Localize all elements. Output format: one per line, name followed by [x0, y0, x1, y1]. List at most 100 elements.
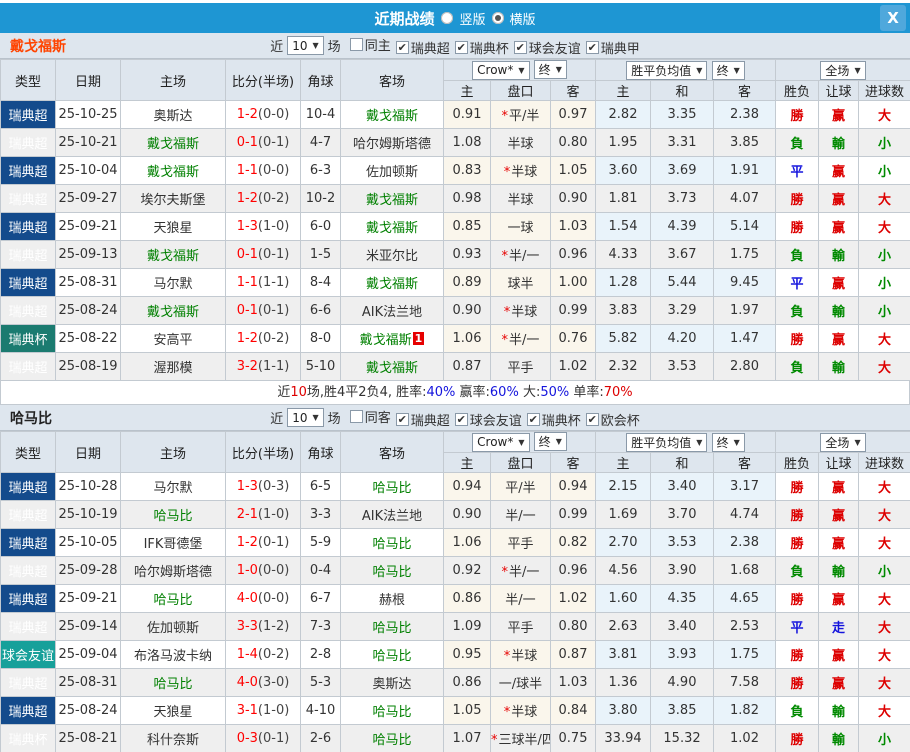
scope-select[interactable]: 全场 ▼	[820, 432, 866, 452]
summary-segment: 赢率:	[455, 385, 490, 400]
corner-cell: 5-10	[300, 352, 341, 381]
score-cell: 4-0(0-0)	[225, 584, 301, 613]
chevron-down-icon: ▼	[854, 65, 861, 75]
result-wdl-cell: 負	[775, 556, 820, 585]
corner-cell: 6-3	[300, 156, 341, 185]
league-filter-checked[interactable]: 瑞典杯	[454, 38, 509, 57]
result-handicap-cell: 輸	[818, 296, 860, 325]
match-row: 瑞典超 25-08-31 哈马比 4-0(3-0) 5-3 奥斯达 0.86 一/球半 1.03…	[0, 668, 910, 697]
league-filter-checked[interactable]: 欧会杯	[585, 410, 640, 429]
sub-result-goals: 进球数	[858, 80, 910, 101]
home-odds-cell: 1.09	[443, 612, 491, 641]
match-row: 瑞典超 25-10-05 IFK哥德堡 1-2(0-1) 5-9 哈马比 1.06 平手 0.8…	[0, 528, 910, 557]
mean-away-cell: 5.14	[713, 212, 777, 241]
radio-vertical-label[interactable]: 竖版	[459, 9, 485, 28]
away-team-cell: 哈尔姆斯塔德	[340, 128, 444, 157]
mean-draw-cell: 4.39	[650, 212, 715, 241]
league-filter-checked[interactable]: 瑞典超	[395, 410, 450, 429]
result-goals-cell: 小	[858, 268, 910, 297]
col-score: 比分(半场)	[225, 59, 301, 101]
league-filter-unchecked[interactable]: 同主	[349, 35, 391, 54]
radio-horizontal-layout[interactable]	[491, 12, 504, 24]
col-away: 客场	[340, 431, 444, 473]
checkbox-checked-icon[interactable]	[585, 40, 599, 54]
home-team-cell: 天狼星	[120, 696, 226, 725]
mean-select[interactable]: 胜平负均值 ▼	[626, 60, 708, 80]
away-team-cell: 哈马比	[340, 612, 444, 641]
home-team-cell: 哈马比	[120, 500, 226, 529]
away-odds-cell: 1.05	[549, 156, 597, 185]
score-cell: 2-1(1-0)	[225, 500, 301, 529]
mean-draw-cell: 4.90	[650, 668, 715, 697]
league-filter-checked[interactable]: 瑞典超	[395, 38, 450, 57]
near-label: 近	[270, 40, 284, 55]
recent-count-select[interactable]: 10 ▼	[287, 36, 324, 55]
home-odds-cell: 0.90	[443, 500, 491, 529]
result-handicap-cell: 赢	[818, 156, 860, 185]
league-filter-unchecked[interactable]: 同客	[349, 407, 391, 426]
mean-home-cell: 2.32	[595, 352, 652, 381]
result-goals-cell: 小	[858, 296, 910, 325]
league-filter-checked[interactable]: 球会友谊	[513, 38, 581, 57]
checkbox-checked-icon[interactable]	[513, 40, 527, 54]
select-value: 胜平负均值	[631, 435, 692, 450]
summary-row: 近10场,胜4平2负4, 胜率:40% 赢率:60% 大:50% 单率:70%	[0, 381, 910, 405]
away-odds-cell: 0.80	[549, 128, 597, 157]
mean-away-cell: 1.02	[713, 724, 777, 752]
score-cell: 1-2(0-0)	[225, 100, 301, 129]
handicap-cell: 球半	[490, 268, 551, 297]
league-cell: 瑞典超	[0, 612, 56, 641]
match-row: 瑞典超 25-09-14 佐加顿斯 3-3(1-2) 7-3 哈马比 1.09 平手 0.80 2…	[0, 612, 910, 641]
mean-select[interactable]: 胜平负均值 ▼	[626, 432, 708, 452]
bookmaker-select[interactable]: Crow* ▼	[472, 60, 530, 80]
checkbox-unchecked-icon[interactable]	[349, 409, 363, 423]
final-mean-select[interactable]: 终 ▼	[711, 60, 745, 80]
league-filter-checked[interactable]: 瑞典甲	[585, 38, 640, 57]
close-icon[interactable]: X	[880, 5, 906, 31]
checkbox-checked-icon[interactable]	[454, 40, 468, 54]
chevron-down-icon: ▼	[312, 41, 319, 50]
final-mean-select[interactable]: 终 ▼	[711, 432, 745, 452]
home-odds-cell: 0.93	[443, 240, 491, 269]
sub-mean-away: 客	[713, 452, 777, 473]
result-wdl-cell: 平	[775, 612, 820, 641]
mean-odds-header: 胜平负均值 ▼ 终 ▼	[595, 431, 777, 453]
league-filter-list: 同客瑞典超球会友谊瑞典杯欧会杯	[345, 407, 640, 429]
live-star-icon: *	[501, 249, 509, 264]
corner-cell: 6-0	[300, 212, 341, 241]
league-filter-checked[interactable]: 球会友谊	[454, 410, 522, 429]
checkbox-checked-icon[interactable]	[526, 412, 540, 426]
col-score: 比分(半场)	[225, 431, 301, 473]
result-handicap-cell: 赢	[818, 528, 860, 557]
checkbox-checked-icon[interactable]	[585, 412, 599, 426]
result-wdl-cell: 負	[775, 240, 820, 269]
radio-horizontal-label[interactable]: 横版	[510, 9, 536, 28]
final-odds-select[interactable]: 终 ▼	[533, 432, 567, 452]
mean-draw-cell: 3.67	[650, 240, 715, 269]
score-cell: 3-2(1-1)	[225, 352, 301, 381]
recent-count-select[interactable]: 10 ▼	[287, 408, 324, 427]
league-filter-checked[interactable]: 瑞典杯	[526, 410, 581, 429]
checkbox-checked-icon[interactable]	[454, 412, 468, 426]
final-odds-select[interactable]: 终 ▼	[533, 60, 567, 80]
checkbox-unchecked-icon[interactable]	[349, 37, 363, 51]
league-cell: 瑞典超	[0, 268, 56, 297]
sub-mean-away: 客	[713, 80, 777, 101]
sub-result-handicap: 让球	[818, 80, 860, 101]
dialog-title: 近期战绩	[374, 9, 435, 28]
away-team-cell: 戴戈福斯	[340, 184, 444, 213]
result-goals-cell: 大	[858, 584, 910, 613]
result-handicap-cell: 赢	[818, 100, 860, 129]
summary-segment: 近	[277, 385, 291, 400]
radio-vertical-layout[interactable]	[441, 12, 454, 24]
scope-select[interactable]: 全场 ▼	[820, 60, 866, 80]
checkbox-checked-icon[interactable]	[395, 412, 409, 426]
date-cell: 25-09-27	[55, 184, 121, 213]
checkbox-checked-icon[interactable]	[395, 40, 409, 54]
bookmaker-select[interactable]: Crow* ▼	[472, 432, 530, 452]
mean-away-cell: 9.45	[713, 268, 777, 297]
score-cell: 0-1(0-1)	[225, 296, 301, 325]
match-row: 瑞典超 25-10-04 戴戈福斯 1-1(0-0) 6-3 佐加顿斯 0.83 *半球 1.0…	[0, 156, 910, 185]
home-team-cell: 马尔默	[120, 268, 226, 297]
away-odds-cell: 1.02	[549, 352, 597, 381]
